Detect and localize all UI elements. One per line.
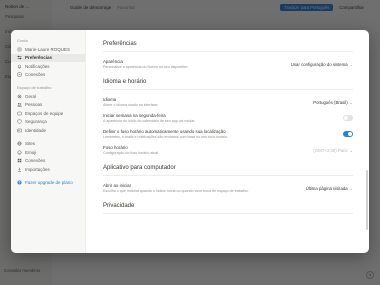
chevron-down-icon: ⌄ (349, 185, 353, 191)
setting-description: Personalize a aparência do Notion no seu… (103, 65, 189, 69)
setting-description: Lembretes, e-mails e notificações são en… (103, 135, 229, 139)
toggle-knob (344, 116, 348, 120)
setting-description: Escolha o que mostrar quando o Notion in… (103, 189, 249, 193)
setting-auto-timezone: Definir o fuso horário automaticamente u… (103, 129, 353, 139)
sidebar-item-label: Sites (25, 141, 36, 147)
sidebar-item-account[interactable]: Marie-Laure ROQUES (11, 45, 85, 54)
sidebar-item-notifications[interactable]: Notificações (11, 62, 85, 71)
sidebar-item-imports[interactable]: Importações (11, 165, 85, 174)
setting-appearance: Aparência Personalize a aparência do Not… (103, 59, 353, 69)
grid-icon (17, 158, 22, 163)
sidebar-item-sites[interactable]: Sites (11, 140, 85, 149)
auto-timezone-toggle[interactable] (343, 131, 353, 137)
setting-label: Aparência (103, 59, 123, 64)
gear-icon (17, 94, 22, 99)
upgrade-plan-link[interactable]: Fazer upgrade de plano (11, 179, 85, 188)
workspace-group-label: Espaço de trabalho (17, 85, 52, 90)
settings-sidebar: Conta Marie-Laure ROQUES Preferências No… (11, 30, 86, 253)
globe-icon (17, 141, 22, 146)
account-group-label: Conta (17, 38, 28, 43)
shield-icon (17, 119, 22, 125)
sidebar-item-integrations[interactable]: Conexões (11, 157, 85, 166)
settings-modal: Conta Marie-Laure ROQUES Preferências No… (11, 30, 369, 253)
bell-icon (17, 64, 22, 69)
sidebar-item-label: Conexões (25, 158, 46, 164)
open-on-start-value: Última página visitada (305, 185, 348, 191)
sidebar-item-label: Identidade (25, 127, 47, 133)
setting-description: Configuração do fuso horário atual. (103, 151, 160, 155)
scrollbar[interactable] (366, 170, 368, 230)
section-title-preferences: Preferências (103, 41, 353, 52)
language-select[interactable]: Português (Brasil) ⌄ (313, 100, 353, 105)
sidebar-item-label: Pessoas (25, 102, 43, 108)
sidebar-item-security[interactable]: Segurança (11, 118, 85, 127)
import-icon (17, 167, 22, 172)
setting-label: Idioma (103, 97, 117, 102)
setting-label: Iniciar semana na segunda-feira (103, 113, 166, 118)
setting-description: Altere o idioma usado na interface. (103, 103, 159, 107)
open-on-start-select[interactable]: Última página visitada ⌄ (306, 186, 353, 191)
avatar (17, 46, 22, 52)
section-title-privacy: Privacidade (103, 203, 353, 214)
user-name: Marie-Laure ROQUES (25, 46, 71, 52)
sidebar-item-general[interactable]: Geral (11, 92, 85, 101)
settings-content: Preferências Aparência Personalize a apa… (86, 30, 369, 253)
setting-label: Abrir ao iniciar (103, 183, 132, 188)
sidebar-item-connections[interactable]: Conexões (11, 71, 85, 80)
timezone-value: (GMT+2:00) Paris (313, 147, 348, 153)
sidebar-item-identity[interactable]: Identidade (11, 126, 85, 135)
sidebar-item-teamspaces[interactable]: Espaços de equipe (11, 109, 85, 118)
setting-week-start: Iniciar semana na segunda-feira A aparên… (103, 113, 353, 123)
week-start-toggle[interactable] (343, 115, 353, 121)
sidebar-item-label: Importações (25, 166, 50, 172)
setting-label: Fuso horário (103, 145, 128, 150)
chevron-down-icon: ⌄ (349, 99, 353, 105)
sidebar-item-emoji[interactable]: Emoji (11, 148, 85, 157)
people-icon (17, 102, 22, 107)
connections-icon (17, 72, 22, 77)
section-title-desktop: Aplicativo para computador (103, 165, 353, 176)
sidebar-item-label: Notificações (25, 63, 50, 69)
toggle-knob (348, 132, 352, 136)
sidebar-item-label: Conexões (25, 72, 46, 78)
setting-label: Definir o fuso horário automaticamente u… (103, 129, 226, 134)
language-value: Português (Brasil) (313, 99, 348, 105)
sidebar-item-label: Espaços de equipe (25, 110, 64, 116)
sidebar-item-label: Geral (25, 93, 37, 99)
chevron-down-icon: ⌄ (349, 61, 353, 67)
sidebar-item-label: Emoji (25, 149, 37, 155)
section-title-language: Idioma e horário (103, 79, 353, 90)
setting-language: Idioma Altere o idioma usado na interfac… (103, 97, 353, 107)
upgrade-icon (17, 180, 22, 185)
sidebar-item-label: Segurança (25, 119, 47, 125)
appearance-value: Usar configuração do sistema (290, 61, 348, 67)
setting-open-on-start: Abrir ao iniciar Escolha o que mostrar q… (103, 183, 353, 193)
sidebar-item-label: Preferências (25, 55, 53, 61)
upgrade-plan-label: Fazer upgrade de plano (25, 180, 73, 186)
team-icon (17, 111, 22, 116)
identity-icon (17, 128, 22, 133)
setting-description: A aparência do início do calendário de s… (103, 119, 196, 123)
setting-timezone: Fuso horário Configuração do fuso horári… (103, 145, 353, 155)
appearance-select[interactable]: Usar configuração do sistema ⌄ (291, 62, 353, 67)
sliders-icon (17, 55, 22, 60)
sidebar-item-preferences[interactable]: Preferências (11, 53, 85, 62)
chevron-down-icon: ⌄ (349, 147, 353, 153)
emoji-icon (17, 150, 22, 155)
timezone-select[interactable]: (GMT+2:00) Paris ⌄ (313, 148, 353, 153)
sidebar-item-people[interactable]: Pessoas (11, 101, 85, 110)
